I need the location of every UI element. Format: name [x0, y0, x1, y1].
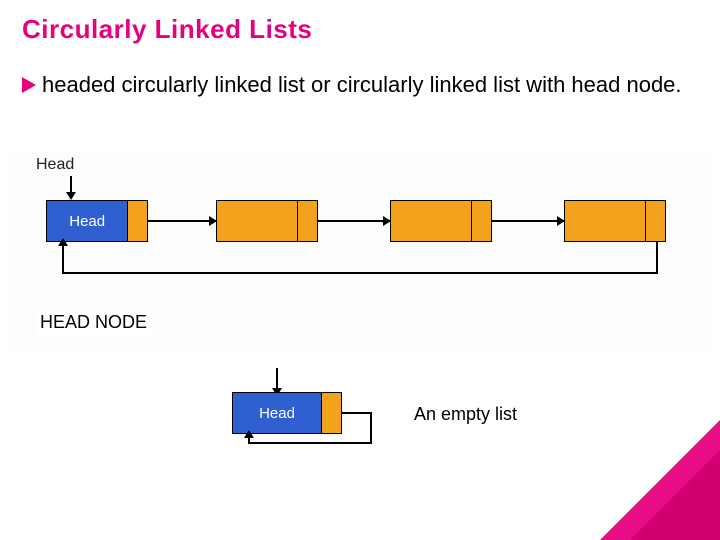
head-node-data: Head: [47, 201, 127, 241]
head-pointer-arrow-icon: [70, 176, 72, 194]
self-loop-segment: [248, 442, 372, 444]
list-node-pointer: [471, 201, 491, 241]
return-link-segment: [62, 272, 658, 274]
list-node-data: [217, 201, 297, 241]
headnode-section-label: HEAD NODE: [36, 310, 151, 335]
link-arrow-icon: [148, 220, 216, 222]
list-node: [216, 200, 318, 242]
head-pointer-label: Head: [36, 156, 74, 174]
list-node-pointer: [297, 201, 317, 241]
link-arrow-icon: [492, 220, 564, 222]
bullet-text: headed circularly linked list or circula…: [42, 72, 682, 97]
head-node: Head: [46, 200, 148, 242]
bullet-arrow-icon: [22, 77, 36, 93]
list-node-pointer: [645, 201, 665, 241]
empty-list-caption: An empty list: [414, 404, 517, 425]
link-arrow-icon: [318, 220, 390, 222]
self-loop-segment: [342, 412, 372, 414]
empty-head-node: Head: [232, 392, 342, 434]
return-link-arrow-icon: [62, 244, 64, 274]
list-node-data: [565, 201, 645, 241]
head-node-pointer: [127, 201, 147, 241]
list-node: [564, 200, 666, 242]
empty-head-pointer-arrow-icon: [276, 368, 278, 390]
list-node: [390, 200, 492, 242]
page-title: Circularly Linked Lists: [22, 14, 312, 45]
list-node-data: [391, 201, 471, 241]
self-loop-segment: [370, 412, 372, 444]
slide: Circularly Linked Lists headed circularl…: [0, 0, 720, 540]
empty-head-node-data: Head: [233, 393, 321, 433]
bullet-line: headed circularly linked list or circula…: [22, 70, 690, 100]
corner-decor-icon: [630, 450, 720, 540]
self-loop-arrow-icon: [248, 436, 250, 444]
empty-head-node-pointer: [321, 393, 341, 433]
return-link-segment: [656, 242, 658, 274]
